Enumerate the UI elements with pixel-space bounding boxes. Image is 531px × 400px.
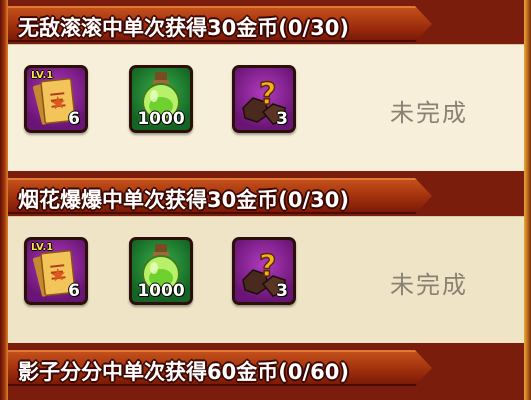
- reward-count: 6: [68, 109, 80, 129]
- quest-title: 影子分分中单次获得60金币(0/60): [18, 360, 349, 384]
- reward-count: 3: [276, 109, 288, 129]
- quest-status: 未完成: [390, 271, 468, 299]
- reward-slot-mystery[interactable]: ? 3: [232, 65, 296, 133]
- quest-title-banner: 影子分分中单次获得60金币(0/60): [8, 350, 432, 386]
- reward-count: 1000: [137, 109, 185, 129]
- item-level-label: LV.1: [31, 70, 54, 81]
- quest-title: 无敌滚滚中单次获得30金币(0/30): [18, 16, 349, 40]
- quest-row: 影子分分中单次获得60金币(0/60): [8, 344, 524, 400]
- svg-text:?: ?: [259, 77, 276, 112]
- reward-slot-potion[interactable]: 1000: [129, 65, 193, 133]
- right-frame-border: [524, 0, 531, 400]
- quest-row: LV.1 6 1000 ? 3 未完成 烟花爆爆中单次获得30金币(0/30): [8, 172, 524, 352]
- reward-count: 6: [68, 281, 80, 301]
- quest-reward-area: LV.1 6 1000 ? 3 未完成: [8, 216, 524, 343]
- left-frame-border: [0, 0, 8, 400]
- reward-slot-mystery[interactable]: ? 3: [232, 237, 296, 305]
- reward-count: 3: [276, 281, 288, 301]
- quest-title: 烟花爆爆中单次获得30金币(0/30): [18, 188, 349, 212]
- quest-title-banner: 无敌滚滚中单次获得30金币(0/30): [8, 6, 432, 42]
- quest-title-banner: 烟花爆爆中单次获得30金币(0/30): [8, 178, 432, 214]
- item-level-label: LV.1: [31, 242, 54, 253]
- reward-slot-potion[interactable]: 1000: [129, 237, 193, 305]
- quest-row: LV.1 6 1000 ? 3 未完成 无敌滚滚中单次获得30金币(0/30): [8, 0, 524, 180]
- reward-slot-scroll[interactable]: LV.1 6: [24, 237, 88, 305]
- reward-slot-scroll[interactable]: LV.1 6: [24, 65, 88, 133]
- quest-status: 未完成: [390, 99, 468, 127]
- svg-text:?: ?: [259, 249, 276, 284]
- quest-reward-area: LV.1 6 1000 ? 3 未完成: [8, 44, 524, 171]
- reward-count: 1000: [137, 281, 185, 301]
